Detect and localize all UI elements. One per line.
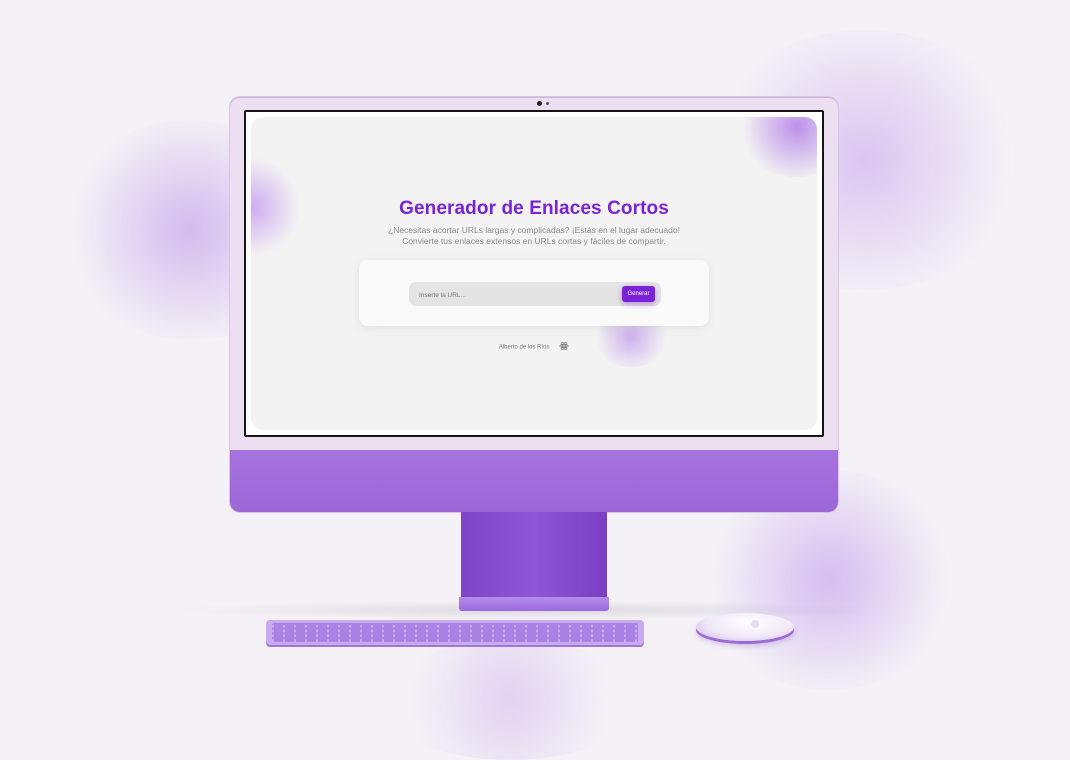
author-name: Alberto de los Ríos — [498, 344, 550, 351]
page-title: Generador de Enlaces Cortos — [399, 198, 669, 219]
url-input[interactable] — [417, 286, 617, 304]
screen-bezel: Generador de Enlaces Cortos ¿Necesitas a… — [244, 110, 824, 437]
subtitle-line: ¿Necesitas acortar URLs largas y complic… — [388, 225, 680, 235]
keyboard — [266, 620, 644, 645]
subtitle-line: Convierte tus enlaces extensos en URLs c… — [402, 236, 666, 246]
page-subtitle: ¿Necesitas acortar URLs largas y complic… — [371, 225, 697, 247]
shortener-card: Generar — [359, 260, 709, 326]
apple-logo-icon — [751, 620, 759, 628]
screen: Generador de Enlaces Cortos ¿Necesitas a… — [246, 112, 822, 435]
imac-chin — [230, 450, 838, 512]
page-glow — [737, 117, 817, 177]
imac-display: Generador de Enlaces Cortos ¿Necesitas a… — [230, 97, 838, 512]
web-page: Generador de Enlaces Cortos ¿Necesitas a… — [251, 117, 817, 430]
imac-stand-base — [459, 597, 609, 611]
react-icon — [559, 341, 569, 353]
url-form: Generar — [409, 282, 661, 306]
generate-button[interactable]: Generar — [622, 286, 655, 302]
keyboard-keys — [272, 623, 638, 642]
imac-stand — [461, 512, 607, 598]
background-glow — [380, 640, 640, 760]
footer: Alberto de los Ríos — [251, 341, 817, 353]
camera-indicator — [546, 102, 549, 105]
magic-mouse — [696, 613, 794, 641]
camera — [537, 101, 542, 106]
